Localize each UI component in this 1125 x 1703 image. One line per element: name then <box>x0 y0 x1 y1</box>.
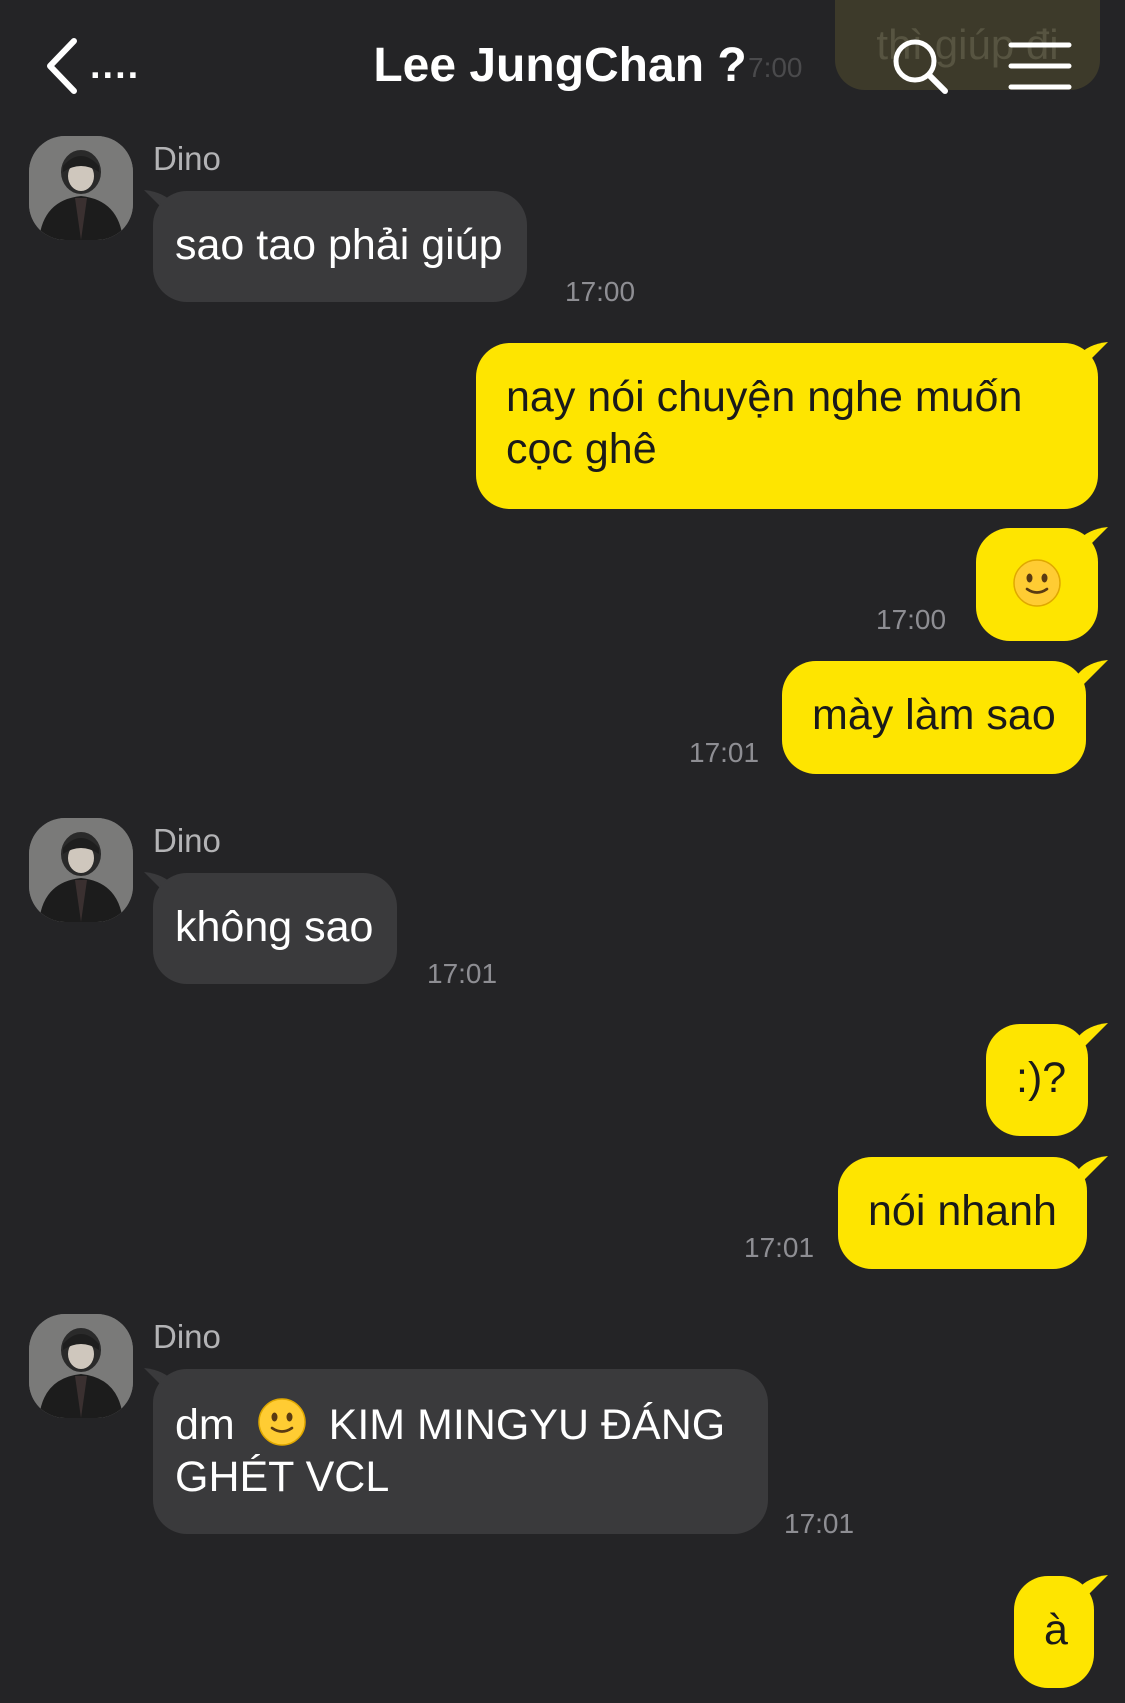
back-button[interactable]: .... <box>44 34 164 98</box>
bubble-tail <box>1078 527 1108 557</box>
message-text: nói nhanh <box>868 1187 1057 1235</box>
message-time: 17:00 <box>876 604 947 635</box>
message-time: 17:01 <box>427 958 498 989</box>
slightly-smiling-face-icon <box>1012 558 1062 608</box>
message-text-line: nay nói chuyện nghe muốn <box>506 373 1023 421</box>
message-bubble[interactable]: không sao <box>153 873 398 984</box>
message-text-rest: KIM MINGYU ĐÁNG <box>328 1401 726 1449</box>
message-time: 17:00 <box>565 276 636 307</box>
message-text: à <box>1044 1606 1068 1654</box>
message-text: sao tao phải giúp <box>175 221 503 269</box>
message-text: :)? <box>1016 1054 1067 1102</box>
profile-photo <box>29 818 133 922</box>
profile-photo <box>29 136 133 240</box>
search-button[interactable] <box>890 36 950 96</box>
bubble-tail <box>1078 342 1108 372</box>
avatar[interactable] <box>29 1314 133 1418</box>
message-text-prefix: dm <box>175 1401 235 1449</box>
back-label: .... <box>90 44 141 87</box>
message-text-line: dm KIM MINGYU ĐÁNG <box>175 1397 744 1451</box>
bubble-tail <box>1078 1575 1108 1605</box>
message-text: không sao <box>175 903 374 951</box>
chat-title: Lee JungChan ? <box>373 39 747 92</box>
profile-photo <box>29 1314 133 1418</box>
avatar[interactable] <box>29 136 133 240</box>
message-text-line: cọc ghê <box>506 425 657 473</box>
sender-name: Dino <box>153 140 221 177</box>
message-time: 17:01 <box>744 1232 815 1263</box>
slightly-smiling-face-icon <box>257 1397 307 1447</box>
message-bubble[interactable]: :)? <box>986 1024 1089 1136</box>
bubble-tail <box>1078 1156 1108 1186</box>
menu-button[interactable] <box>1008 40 1072 92</box>
message-bubble[interactable]: nay nói chuyện nghe muốn cọc ghê <box>476 343 1098 509</box>
search-icon <box>893 39 948 94</box>
message-bubble[interactable]: nói nhanh <box>838 1157 1087 1269</box>
message-bubble[interactable]: mày làm sao <box>782 661 1086 774</box>
message-time: 17:01 <box>689 737 760 768</box>
menu-icon <box>1008 42 1072 90</box>
chat-header: .... Lee JungChan ? <box>0 0 1125 130</box>
message-bubble[interactable]: dm KIM MINGYU ĐÁNG GHÉT VCL <box>153 1369 768 1534</box>
chevron-left-icon <box>47 38 77 94</box>
message-time: 17:01 <box>784 1508 855 1539</box>
message-bubble[interactable]: sao tao phải giúp <box>153 191 527 302</box>
message-text-line: GHÉT VCL <box>175 1453 390 1501</box>
bubble-tail <box>1078 660 1108 690</box>
bubble-tail <box>1078 1023 1108 1053</box>
sender-name: Dino <box>153 1318 221 1355</box>
message-text: mày làm sao <box>812 691 1056 739</box>
sender-name: Dino <box>153 822 221 859</box>
avatar[interactable] <box>29 818 133 922</box>
